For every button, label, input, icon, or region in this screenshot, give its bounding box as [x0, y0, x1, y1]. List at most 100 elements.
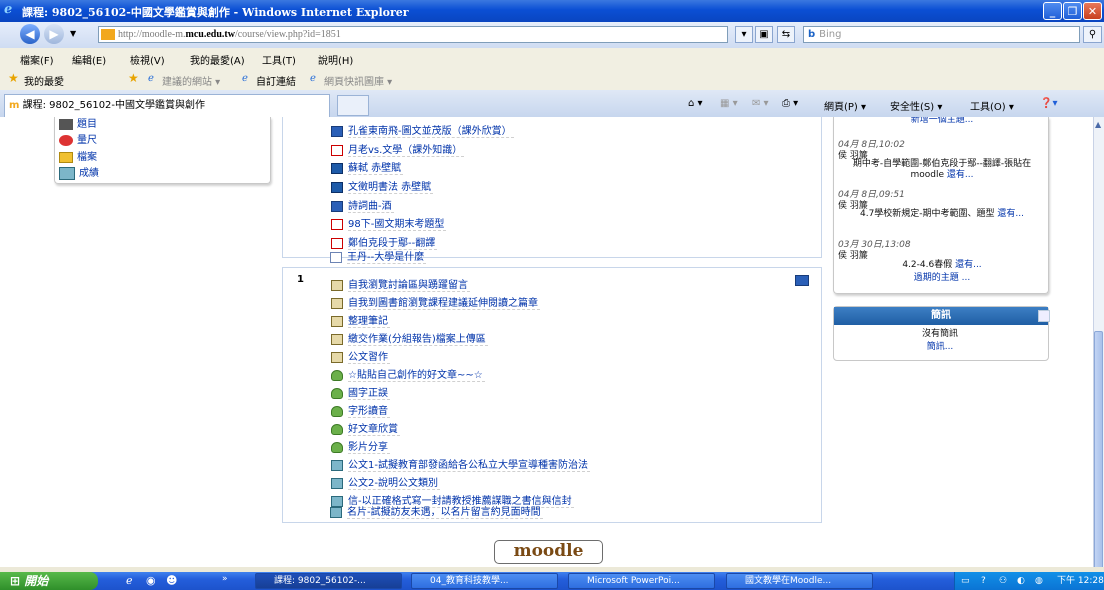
block-hide-icon[interactable]	[1038, 310, 1050, 322]
activity-link[interactable]: 蘇軾 赤壁賦	[348, 159, 404, 175]
compatibility-view-icon[interactable]: ▣	[755, 26, 773, 43]
restore-button[interactable]: ❐	[1063, 2, 1082, 20]
home-icon[interactable]: ⌂ ▾	[688, 98, 703, 109]
back-button[interactable]: ◀	[20, 24, 40, 44]
activity-item[interactable]: 98下-國文期末考題型	[331, 215, 447, 231]
new-tab-button[interactable]	[337, 95, 369, 116]
close-button[interactable]: ✕	[1083, 2, 1102, 20]
admin-item-files[interactable]: 檔案	[59, 148, 97, 163]
activity-item[interactable]: 公文1-試擬教育部發函給各公私立大學宣導種害防治法	[331, 456, 590, 472]
history-dropdown-icon[interactable]: ▼	[70, 29, 76, 38]
activity-item[interactable]: 蘇軾 赤壁賦	[331, 159, 404, 175]
activity-item[interactable]: 名片-試擬訪友未遇，以名片留言約見面時間	[330, 503, 543, 519]
activity-item[interactable]: 公文2-說明公文類別	[331, 474, 440, 490]
tab-course[interactable]: m 課程: 9802_56102-中國文學鑑賞與創作	[4, 94, 330, 117]
volume-icon[interactable]: ◐	[1017, 572, 1025, 590]
menu-help[interactable]: 說明(H)	[318, 52, 353, 67]
security-icon[interactable]: ◍	[1035, 572, 1043, 590]
read-more-link[interactable]: 還有...	[955, 260, 982, 270]
quicklaunch-ie-icon[interactable]: ℯ	[126, 574, 133, 587]
activity-link[interactable]: 王丹--大學是什麼	[347, 248, 427, 264]
news-link[interactable]: 簡訊...	[840, 342, 1040, 353]
clock[interactable]: 下午 12:28	[1057, 572, 1104, 590]
safety-menu[interactable]: 安全性(S) ▾	[890, 98, 942, 113]
favorites-button[interactable]: 我的最愛	[24, 73, 64, 88]
url-dropdown-button[interactable]: ▾	[735, 26, 753, 43]
quicklaunch-media-icon[interactable]: ◉	[146, 574, 156, 587]
activity-link[interactable]: ☆貼貼自己創作的好文章~~☆	[348, 366, 485, 382]
activity-link[interactable]: 名片-試擬訪友未遇，以名片留言約見面時間	[347, 503, 543, 519]
activity-link[interactable]: 文徵明書法 赤壁賦	[348, 178, 434, 194]
activity-item[interactable]: 繳交作業(分組報告)檔案上傳區	[331, 330, 488, 346]
scroll-up-icon[interactable]: ▲	[1095, 120, 1101, 129]
forward-button[interactable]: ▶	[44, 24, 64, 44]
activity-link[interactable]: 影片分享	[348, 438, 390, 454]
activity-link[interactable]: 詩詞曲-酒	[348, 197, 394, 213]
activity-item[interactable]: 王丹--大學是什麼	[330, 248, 427, 264]
window-title-bar[interactable]: ℯ 課程: 9802_56102-中國文學鑑賞與創作 - Windows Int…	[0, 0, 1104, 22]
older-topics-link[interactable]: 過期的主題 ...	[842, 273, 1042, 284]
activity-item[interactable]: 字形讀音	[331, 402, 390, 418]
admin-item-scales[interactable]: 量尺	[59, 131, 97, 146]
activity-link[interactable]: 公文2-說明公文類別	[348, 474, 440, 490]
menu-file[interactable]: 檔案(F)	[20, 52, 54, 67]
scrollbar-thumb[interactable]	[1094, 331, 1103, 567]
activity-link[interactable]: 好文章欣賞	[348, 420, 400, 436]
search-field[interactable]: b Bing	[803, 26, 1080, 43]
activity-item[interactable]: 孔雀東南飛-圖文並茂版（課外欣賞）	[331, 122, 514, 138]
activity-link[interactable]: 月老vs.文學（課外知識）	[348, 141, 465, 157]
custom-links-link[interactable]: 自訂連結	[256, 73, 296, 88]
mail-icon[interactable]: ✉ ▾	[752, 98, 769, 109]
keyboard-icon[interactable]: ▭	[961, 572, 970, 590]
activity-link[interactable]: 孔雀東南飛-圖文並茂版（課外欣賞）	[348, 122, 514, 138]
url-field[interactable]: http://moodle-m.mcu.edu.tw/course/view.p…	[98, 26, 728, 43]
read-more-link[interactable]: 還有...	[947, 170, 974, 180]
admin-item-grades[interactable]: 成績	[59, 164, 99, 180]
activity-item[interactable]: 文徵明書法 赤壁賦	[331, 178, 434, 194]
activity-item[interactable]: 自我瀏覽討論區與踴躍留言	[331, 276, 470, 292]
suggested-sites-link[interactable]: 建議的網站 ▾	[162, 73, 220, 88]
menu-edit[interactable]: 編輯(E)	[72, 52, 106, 67]
start-button[interactable]: ⊞ 開始	[0, 572, 98, 590]
activity-item[interactable]: 自我到圖書館瀏覽課程建議延伸閱讀之篇章	[331, 294, 540, 310]
menu-view[interactable]: 檢視(V)	[130, 52, 165, 67]
quicklaunch-expand-icon[interactable]: »	[222, 574, 228, 584]
help-icon[interactable]: ❓▾	[1040, 98, 1057, 109]
activity-item[interactable]: 詩詞曲-酒	[331, 197, 394, 213]
task-folder[interactable]: 04_教育科技教學...	[411, 573, 558, 589]
activity-item[interactable]: 好文章欣賞	[331, 420, 400, 436]
activity-item[interactable]: 公文習作	[331, 348, 390, 364]
network-icon[interactable]: ⚇	[999, 572, 1007, 590]
activity-link[interactable]: 整理筆記	[348, 312, 390, 328]
menu-tools[interactable]: 工具(T)	[262, 52, 296, 67]
activity-link[interactable]: 自我到圖書館瀏覽課程建議延伸閱讀之篇章	[348, 294, 540, 310]
task-ie-course[interactable]: 課程: 9802_56102-...	[255, 573, 402, 589]
feeds-icon[interactable]: ▦ ▾	[720, 98, 738, 109]
activity-item[interactable]: 月老vs.文學（課外知識）	[331, 141, 465, 157]
print-icon[interactable]: ⎙ ▾	[782, 98, 798, 109]
add-topic-link[interactable]: 新增一個主題...	[842, 117, 1042, 126]
activity-item[interactable]: 影片分享	[331, 438, 390, 454]
web-slice-gallery-link[interactable]: 網頁快訊圖庫 ▾	[324, 73, 392, 88]
activity-link[interactable]: 字形讀音	[348, 402, 390, 418]
page-menu[interactable]: 網頁(P) ▾	[824, 98, 866, 113]
activity-link[interactable]: 自我瀏覽討論區與踴躍留言	[348, 276, 470, 292]
search-button[interactable]: ⚲	[1083, 26, 1102, 43]
activity-item[interactable]: 國字正誤	[331, 384, 390, 400]
quicklaunch-messenger-icon[interactable]: ☻	[166, 574, 177, 587]
activity-link[interactable]: 98下-國文期末考題型	[348, 215, 447, 231]
task-powerpoint[interactable]: Microsoft PowerPoi...	[568, 573, 715, 589]
activity-link[interactable]: 繳交作業(分組報告)檔案上傳區	[348, 330, 488, 346]
read-more-link[interactable]: 還有...	[997, 209, 1024, 219]
section-toggle-icon[interactable]	[795, 275, 809, 286]
activity-link[interactable]: 國字正誤	[348, 384, 390, 400]
tools-menu[interactable]: 工具(O) ▾	[970, 98, 1014, 113]
menu-favorites[interactable]: 我的最愛(A)	[190, 52, 245, 67]
admin-item-questions[interactable]: 題目	[59, 117, 97, 130]
minimize-button[interactable]: _	[1043, 2, 1062, 20]
activity-link[interactable]: 公文習作	[348, 348, 390, 364]
refresh-icon[interactable]: ⇆	[777, 26, 795, 43]
activity-item[interactable]: ☆貼貼自己創作的好文章~~☆	[331, 366, 485, 382]
activity-item[interactable]: 整理筆記	[331, 312, 390, 328]
activity-link[interactable]: 公文1-試擬教育部發函給各公私立大學宣導種害防治法	[348, 456, 590, 472]
